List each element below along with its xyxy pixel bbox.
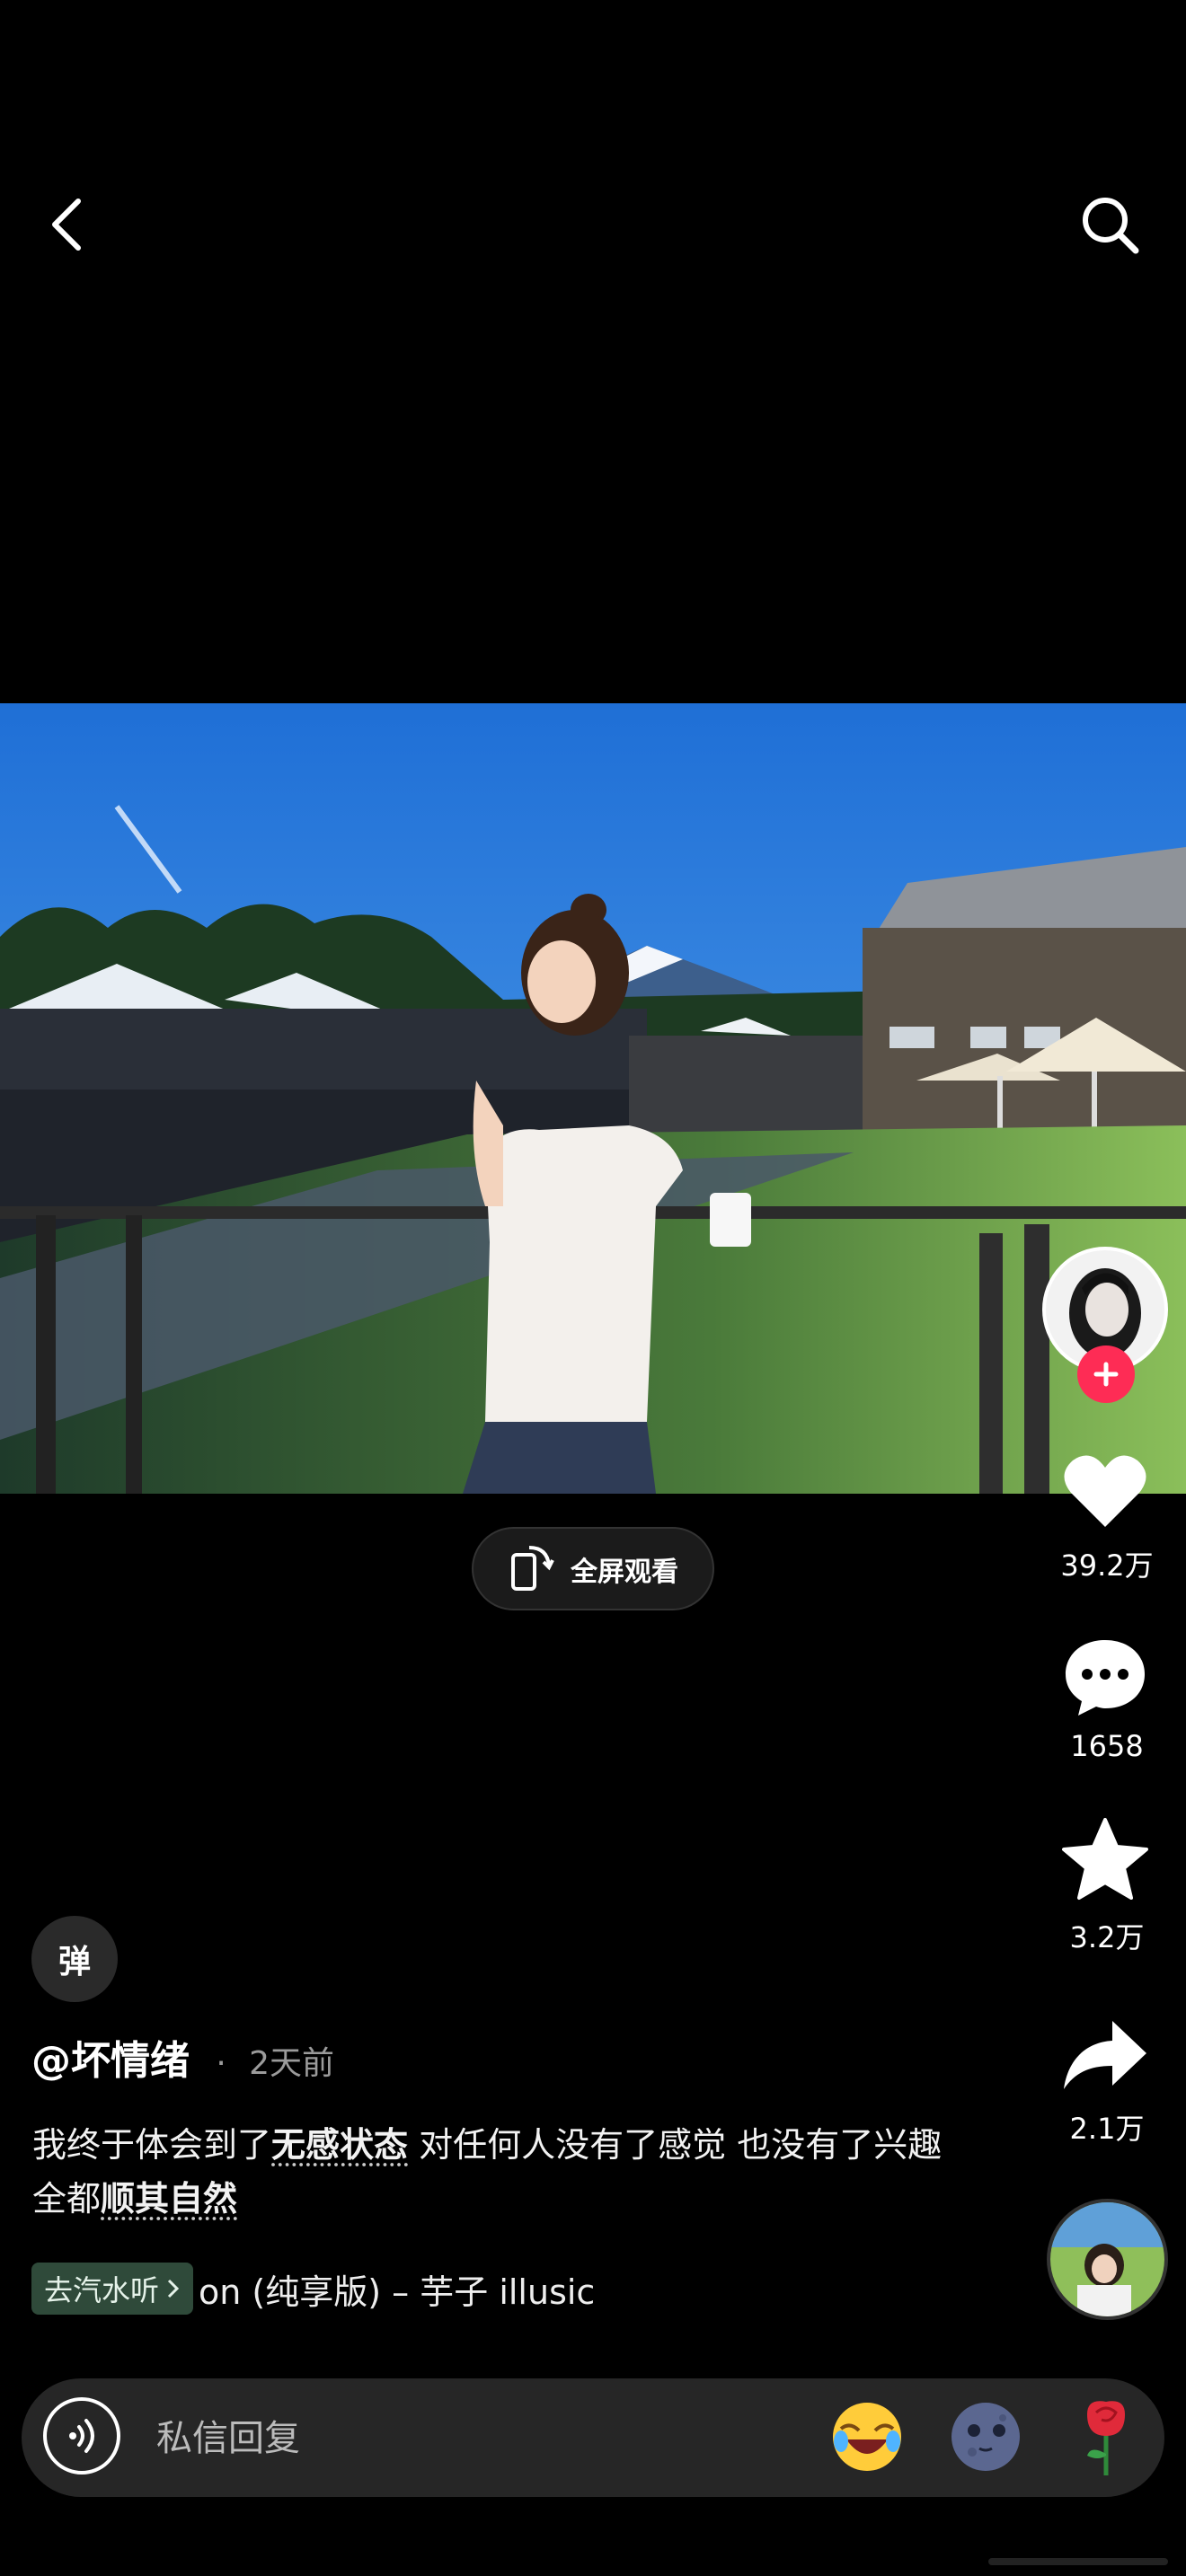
- heart-icon: [1064, 1455, 1146, 1527]
- star-icon: [1062, 1818, 1148, 1900]
- chevron-right-icon: [167, 2279, 180, 2298]
- search-icon: [1083, 198, 1139, 254]
- laughing-emoji-icon: [833, 2403, 901, 2471]
- reply-input[interactable]: [155, 2404, 787, 2474]
- video-frame: [0, 703, 1186, 1494]
- moon-face-emoji-icon: [951, 2403, 1020, 2471]
- emoji-moon-button[interactable]: [945, 2396, 1026, 2477]
- qishui-tag[interactable]: 去汽水听: [31, 2263, 194, 2315]
- fullscreen-button[interactable]: 全屏观看: [472, 1527, 714, 1610]
- caption-keyword-link[interactable]: 顺其自然: [101, 2179, 237, 2219]
- caption-text: 我终于体会到了: [32, 2125, 272, 2165]
- rotate-phone-icon: [511, 1545, 554, 1591]
- caption-keyword-link[interactable]: 无感状态: [271, 2125, 408, 2165]
- music-cover-image: [1050, 2202, 1164, 2316]
- music-row: 去汽水听 on (纯享版) – 芋子 illusic: [31, 2262, 595, 2316]
- author-handle[interactable]: @坏情绪: [31, 2038, 190, 2084]
- voice-wave-icon: [69, 2419, 94, 2453]
- like-count: 39.2万: [1060, 1548, 1154, 1583]
- home-indicator: [988, 2558, 1168, 2565]
- comment-button[interactable]: [1060, 1633, 1150, 1723]
- video-caption: 我终于体会到了无感状态 对任何人没有了感觉 也没有了兴趣 全都顺其自然: [32, 2118, 949, 2226]
- share-button[interactable]: [1060, 2010, 1150, 2100]
- emoji-laugh-button[interactable]: [827, 2396, 907, 2477]
- favorite-count: 3.2万: [1069, 1920, 1145, 1954]
- rose-emoji-icon: [1087, 2401, 1125, 2475]
- qishui-tag-label: 去汽水听: [44, 2273, 160, 2307]
- voice-button[interactable]: [43, 2397, 120, 2475]
- favorite-button[interactable]: [1060, 1814, 1150, 1904]
- like-button[interactable]: [1060, 1446, 1150, 1536]
- back-button[interactable]: [36, 189, 99, 260]
- share-arrow-icon: [1064, 2021, 1146, 2089]
- plus-icon: [1093, 1362, 1119, 1387]
- chevron-left-icon: [52, 198, 81, 251]
- comment-count: 1658: [1070, 1729, 1144, 1763]
- share-count: 2.1万: [1069, 2112, 1145, 2146]
- fullscreen-label: 全屏观看: [571, 1556, 678, 1588]
- emoji-rose-button[interactable]: [1066, 2396, 1146, 2477]
- video-player[interactable]: [0, 703, 1186, 1494]
- time-separator: ·: [216, 2045, 226, 2082]
- search-button[interactable]: [1069, 184, 1150, 265]
- danmaku-toggle[interactable]: 弹: [31, 1916, 118, 2002]
- music-title[interactable]: on (纯享版) – 芋子 illusic: [199, 2264, 595, 2314]
- follow-button[interactable]: [1077, 1345, 1135, 1403]
- danmaku-label: 弹: [58, 1944, 91, 1981]
- post-time: 2天前: [249, 2045, 335, 2082]
- music-disc[interactable]: [1047, 2199, 1168, 2320]
- author-line: @坏情绪 · 2天前: [31, 2028, 334, 2086]
- comment-icon: [1066, 1640, 1145, 1716]
